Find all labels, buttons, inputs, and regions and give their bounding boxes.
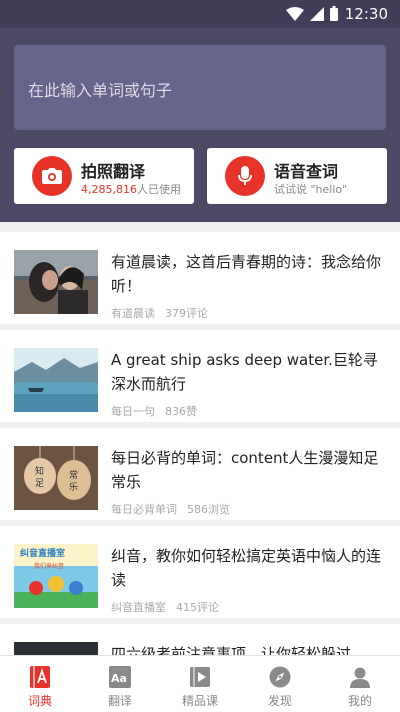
tab-translate[interactable]: Aa 翻译 xyxy=(80,656,160,712)
profile-icon xyxy=(348,665,372,689)
thumb-char: 知 xyxy=(35,465,44,477)
feed-title: A great ship asks deep water.巨轮寻深水而航行 xyxy=(111,351,378,393)
feed-stat: 586浏览 xyxy=(187,503,230,516)
translate-icon: Aa xyxy=(108,665,132,689)
feed-item-4[interactable]: 纠音直播室 我们来纠音 纠音，教你如何轻松搞定英语中恼人的连读 纠音直播室 415… xyxy=(0,526,400,618)
usage-suffix: 人已使用 xyxy=(136,183,181,196)
photo-translate-title: 拍照翻译 xyxy=(81,162,146,181)
tab-profile[interactable]: 我的 xyxy=(320,656,400,712)
status-time: 12:30 xyxy=(344,5,388,23)
search-placeholder: 在此输入单词或句子 xyxy=(28,81,173,100)
thumb-char: 常 xyxy=(69,469,78,481)
search-input[interactable]: 在此输入单词或句子 xyxy=(14,45,386,130)
photo-translate-button[interactable]: 拍照翻译 4,285,816人已使用 xyxy=(14,148,194,204)
tab-label: 发现 xyxy=(267,694,292,708)
dictionary-header: 在此输入单词或句子 拍照翻译 4,285,816人已使用 语音查词 试试说 "h… xyxy=(0,28,400,222)
microphone-icon xyxy=(225,156,265,196)
feed-source: 每日一句 xyxy=(111,405,155,418)
tab-label: 翻译 xyxy=(107,694,132,708)
feed-item-2[interactable]: A great ship asks deep water.巨轮寻深水而航行 每日… xyxy=(0,330,400,422)
thumb-title: 纠音直播室 xyxy=(20,547,65,559)
feed-meta: 有道晨读 379评论 xyxy=(111,305,386,321)
feed-meta: 每日一句 836赞 xyxy=(111,403,386,419)
photo-translate-usage: 4,285,816人已使用 xyxy=(81,181,181,197)
feed-stat: 379评论 xyxy=(165,307,208,320)
voice-search-button[interactable]: 语音查词 试试说 "hello" xyxy=(207,148,387,204)
tab-label: 精品课 xyxy=(181,694,218,708)
feed-stat: 836赞 xyxy=(165,405,197,418)
tab-discover[interactable]: 发现 xyxy=(240,656,320,712)
wifi-icon xyxy=(286,6,304,21)
tab-label: 词典 xyxy=(27,694,52,708)
feed-item-3[interactable]: 知 足 常 乐 每日必背的单词：content人生漫漫知足常乐 每日必背单词 58… xyxy=(0,428,400,520)
compass-icon xyxy=(268,665,292,689)
feed-title: 每日必背的单词：content人生漫漫知足常乐 xyxy=(111,449,379,491)
tab-label: 我的 xyxy=(347,694,372,708)
tab-dictionary[interactable]: 词典 xyxy=(0,656,80,712)
feed-source: 纠音直播室 xyxy=(111,601,166,614)
voice-search-hint: 试试说 "hello" xyxy=(274,183,348,196)
feed-thumbnail xyxy=(14,250,98,314)
feed-thumbnail: 知 足 常 乐 xyxy=(14,446,98,510)
feed-meta: 每日必背单词 586浏览 xyxy=(111,501,386,517)
feed-title: 纠音，教你如何轻松搞定英语中恼人的连读 xyxy=(111,547,382,589)
feed-thumbnail: 纠音直播室 我们来纠音 xyxy=(14,544,98,608)
voice-search-title: 语音查词 xyxy=(274,162,339,181)
thumb-char: 足 xyxy=(35,478,44,489)
battery-icon xyxy=(330,6,338,21)
status-bar: 12:30 xyxy=(0,0,400,28)
feed-title: 有道晨读，这首后青春期的诗：我念给你听！ xyxy=(111,253,382,295)
bottom-tab-bar: 词典 Aa 翻译 精品课 发现 我的 xyxy=(0,655,400,712)
feed-source: 每日必背单词 xyxy=(111,503,177,516)
tab-course[interactable]: 精品课 xyxy=(160,656,240,712)
thumb-char: 乐 xyxy=(69,481,78,493)
feed-source: 有道晨读 xyxy=(111,307,155,320)
camera-icon xyxy=(32,156,72,196)
signal-icon xyxy=(310,6,324,21)
course-icon xyxy=(188,665,212,689)
feed-item-1[interactable]: 有道晨读，这首后青春期的诗：我念给你听！ 有道晨读 379评论 xyxy=(0,232,400,324)
feed-meta: 纠音直播室 415评论 xyxy=(111,599,386,615)
dictionary-icon xyxy=(28,665,52,689)
usage-count: 4,285,816 xyxy=(81,183,137,196)
svg-text:Aa: Aa xyxy=(111,672,127,685)
thumb-subtitle: 我们来纠音 xyxy=(34,562,64,570)
feed-thumbnail xyxy=(14,348,98,412)
feed-stat: 415评论 xyxy=(176,601,219,614)
status-icons xyxy=(286,6,338,21)
